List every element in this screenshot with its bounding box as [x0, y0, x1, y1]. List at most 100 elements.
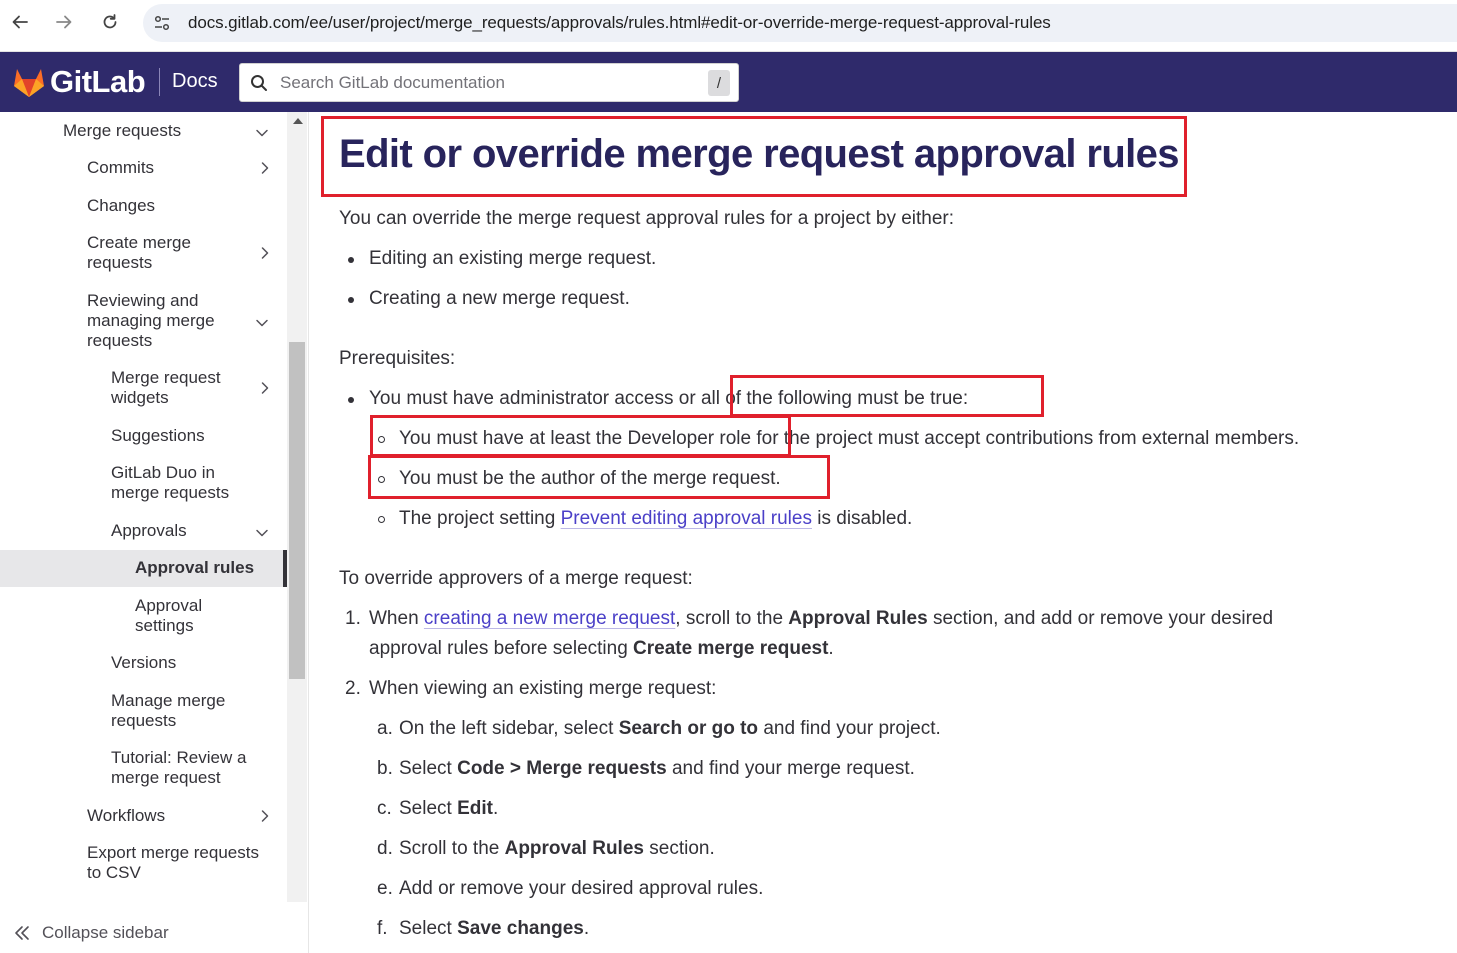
substep-letter: c.: [377, 798, 392, 819]
docs-label[interactable]: Docs: [172, 70, 218, 93]
sidebar-item-label: requests: [87, 253, 153, 272]
substep-bold: Code > Merge requests: [457, 758, 667, 779]
sidebar-item[interactable]: Approvals: [111, 521, 247, 541]
sidebar-item-label: Approvals: [111, 521, 187, 540]
substep-letter: f.: [377, 918, 388, 939]
scroll-thumb[interactable]: [289, 342, 305, 679]
sidebar-item-label: Merge request: [111, 368, 221, 387]
collapse-sidebar-button[interactable]: Collapse sidebar: [12, 920, 169, 946]
prevent-editing-approval-rules-link[interactable]: Prevent editing approval rules: [561, 508, 812, 529]
substep-letter: a.: [377, 718, 393, 739]
sidebar-item[interactable]: GitLab Duo in merge requests: [111, 463, 275, 503]
sidebar-item[interactable]: Versions: [111, 653, 275, 673]
prerequisite-sub-project-setting: The project setting Prevent editing appr…: [399, 507, 912, 531]
brand-name[interactable]: GitLab: [50, 64, 146, 100]
sidebar-item-label: GitLab Duo in: [111, 463, 215, 482]
highlight-box-title: [321, 116, 1187, 197]
site-info-icon[interactable]: [153, 14, 171, 32]
step-1-line-2: approval rules before selecting Create m…: [369, 637, 834, 661]
back-arrow-icon: [12, 15, 28, 29]
chevron-down-icon[interactable]: [255, 526, 269, 540]
sidebar-item-label: Reviewing and: [87, 291, 199, 310]
forward-button[interactable]: [50, 8, 78, 36]
sidebar-item[interactable]: Suggestions: [111, 426, 275, 446]
sidebar-scrollbar[interactable]: [287, 112, 307, 902]
chevron-down-icon[interactable]: [255, 316, 269, 330]
search-input[interactable]: [280, 69, 700, 97]
sidebar-item-label: Approval: [135, 596, 203, 615]
substep: Select Edit.: [399, 797, 498, 821]
sidebar-item-label: Commits: [87, 158, 155, 177]
highlight-box-author: [368, 455, 830, 499]
sidebar-item-label: Export merge requests: [87, 843, 259, 862]
sidebar-item[interactable]: Manage merge requests: [111, 691, 275, 731]
main-content: Edit or override merge request approval …: [309, 112, 1457, 953]
sidebar-item[interactable]: Changes: [87, 196, 275, 216]
sidebar-item[interactable]: Tutorial: Review a merge request: [111, 748, 275, 788]
sidebar-item-label: Tutorial: Review a: [111, 748, 247, 767]
sidebar-item-label: managing merge: [87, 311, 215, 330]
substep: Add or remove your desired approval rule…: [399, 877, 763, 901]
chevron-right-icon[interactable]: [258, 246, 272, 260]
substep-text: section.: [643, 838, 715, 859]
step-text: , scroll to the: [675, 608, 789, 629]
step-1-line-1: When creating a new merge request, scrol…: [369, 607, 1273, 631]
gitlab-tanuki-logo-icon[interactable]: [12, 66, 46, 98]
browser-toolbar: docs.gitlab.com/ee/user/project/merge_re…: [0, 0, 1457, 52]
sidebar-item-label: requests: [87, 331, 153, 350]
chevron-down-icon[interactable]: [255, 126, 269, 140]
search-shortcut-key: /: [708, 70, 730, 96]
address-bar[interactable]: docs.gitlab.com/ee/user/project/merge_re…: [143, 4, 1457, 42]
list-item: Creating a new merge request.: [369, 288, 630, 309]
sidebar-item[interactable]: Approval settings: [135, 596, 275, 636]
reload-icon: [103, 14, 117, 29]
sidebar-item-label: merge requests: [111, 483, 230, 502]
chevron-right-icon[interactable]: [258, 809, 272, 823]
substep-text: Select: [399, 798, 458, 819]
list-item: Editing an existing merge request.: [369, 248, 657, 269]
search-icon: [251, 75, 267, 91]
sidebar-item[interactable]: Merge requests: [63, 121, 247, 141]
substep-bold: Edit: [457, 798, 493, 819]
chevron-right-icon[interactable]: [258, 381, 272, 395]
intro-text: You can override the merge request appro…: [339, 208, 955, 229]
sidebar-item-label: Workflows: [87, 806, 166, 825]
prerequisite-main-text: You must have administrator access or: [369, 388, 701, 409]
forward-arrow-icon: [56, 15, 72, 29]
sidebar-item-label: requests: [111, 711, 177, 730]
step-number: 2.: [345, 678, 361, 699]
sidebar-item[interactable]: Approval rules: [135, 558, 275, 578]
chevron-right-icon[interactable]: [258, 161, 272, 175]
bullet: [348, 297, 354, 303]
substep: Select Code > Merge requests and find yo…: [399, 757, 915, 781]
project-setting-text: The project setting: [399, 508, 561, 529]
collapse-sidebar-label: Collapse sidebar: [42, 923, 169, 942]
sidebar-item[interactable]: Commits: [87, 158, 247, 178]
substep-text: Select: [399, 918, 458, 939]
substep-text: Select: [399, 758, 458, 779]
sidebar-item[interactable]: Workflows: [87, 806, 247, 826]
back-button[interactable]: [6, 8, 34, 36]
substep-text: Scroll to the: [399, 838, 505, 859]
bullet: [348, 397, 354, 403]
sidebar-item[interactable]: Create merge requests: [87, 233, 247, 273]
creating-new-merge-request-link[interactable]: creating a new merge request: [424, 608, 675, 629]
scroll-up-arrow[interactable]: [293, 118, 303, 124]
step-text: When: [369, 608, 424, 629]
double-chevron-left-icon: [15, 926, 29, 940]
sidebar-item[interactable]: Merge request widgets: [111, 368, 247, 408]
substep-bold: Search or go to: [618, 718, 759, 739]
substep: Scroll to the Approval Rules section.: [399, 837, 715, 861]
step-text: .: [828, 638, 834, 659]
create-merge-request-bold: Create merge request: [633, 638, 829, 659]
substep-text: Add or remove your desired approval rule…: [399, 878, 764, 899]
highlight-box-developer-role: [370, 415, 791, 457]
reload-button[interactable]: [96, 8, 124, 36]
sidebar-item-label: Manage merge: [111, 691, 226, 710]
sidebar-item-label: Changes: [87, 196, 156, 215]
substep-letter: e.: [377, 878, 393, 899]
sidebar-item[interactable]: Export merge requests to CSV: [87, 843, 275, 883]
search-box[interactable]: /: [239, 63, 739, 102]
header-divider: [159, 68, 160, 96]
sidebar-item[interactable]: Reviewing and managing merge requests: [87, 291, 247, 351]
